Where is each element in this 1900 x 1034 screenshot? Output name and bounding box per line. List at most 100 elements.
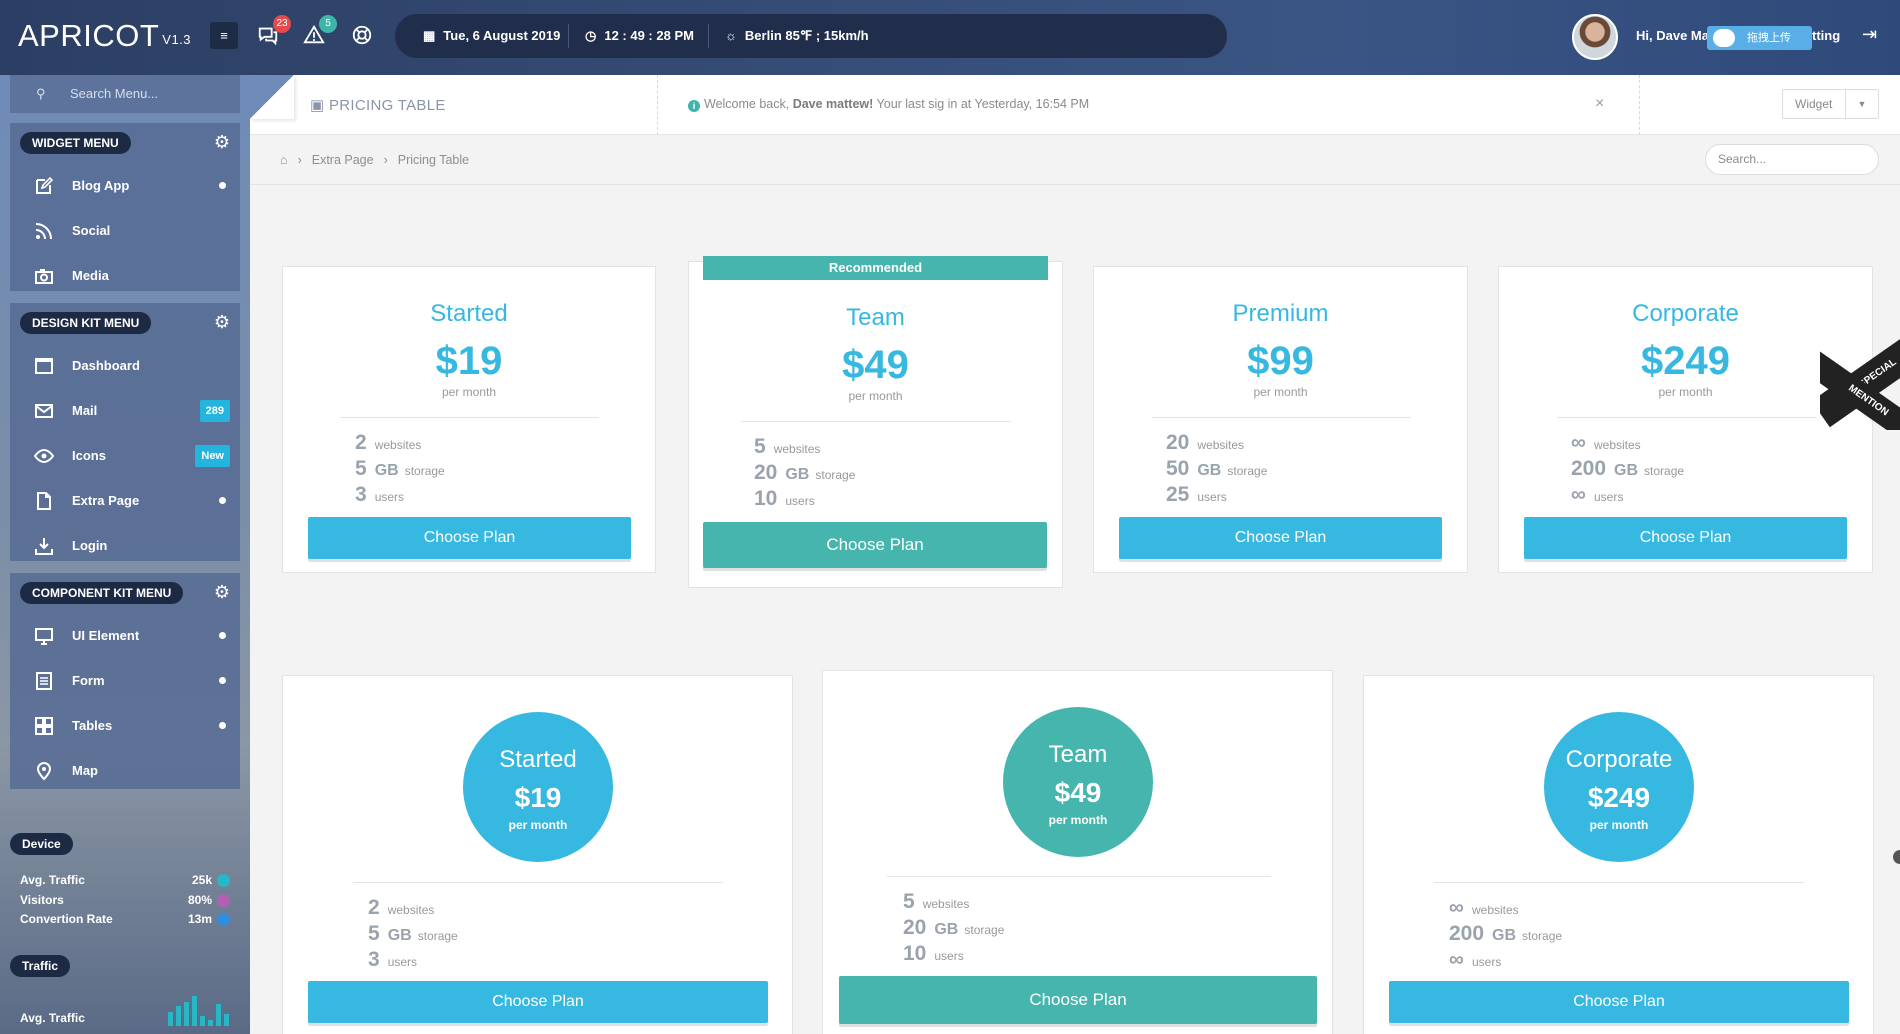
mail-count-badge: 289: [199, 400, 230, 422]
choose-plan-button[interactable]: Choose Plan: [839, 976, 1317, 1024]
plan-name: Premium: [1232, 300, 1329, 327]
grid-icon: [34, 716, 54, 736]
plan-price: $249: [1587, 782, 1651, 813]
plan-features: 2 websites 5 GB storage 3 users: [355, 431, 445, 509]
avatar[interactable]: [1572, 14, 1618, 60]
help-button[interactable]: [350, 24, 374, 48]
feature-value: 5: [754, 435, 766, 458]
pricing-card-team: Recommended Team $49 per month 5 websites…: [688, 256, 1063, 588]
sidebar-item-map[interactable]: Map: [10, 748, 240, 793]
sidebar-item-social[interactable]: Social: [10, 208, 240, 253]
alerts-button[interactable]: 5: [302, 15, 337, 48]
header-divider: [1639, 75, 1640, 135]
sidebar-item-icons[interactable]: Icons New: [10, 433, 240, 478]
chevron-right-icon: ›: [297, 153, 302, 167]
feature-value: 20: [754, 461, 778, 484]
user-greeting[interactable]: Hi, Dave Mat: [1636, 28, 1713, 43]
search-menu-input[interactable]: ⚲ Search Menu...: [10, 75, 240, 113]
plan-price: $49: [842, 343, 909, 387]
stat-label: Convertion Rate: [20, 912, 113, 926]
sidebar-item-extra-page[interactable]: Extra Page: [10, 478, 240, 523]
widget-label: Widget: [1795, 97, 1833, 111]
breadcrumb-item[interactable]: Extra Page: [312, 153, 374, 167]
sidebar-item-label: Map: [72, 763, 98, 778]
sidebar-item-media[interactable]: Media: [10, 253, 240, 298]
plan-features: 5 websites 20 GB storage 10 users: [903, 890, 1004, 968]
date-text: Tue, 6 August 2019: [443, 28, 561, 43]
logo-text: APRICOT: [18, 18, 160, 53]
scroll-handle[interactable]: [1893, 850, 1900, 864]
price-circle: Corporate $249 per month: [1544, 712, 1694, 862]
gear-icon[interactable]: ⚙: [214, 312, 230, 333]
plan-name: Corporate: [1632, 300, 1739, 327]
close-icon[interactable]: ×: [1595, 95, 1604, 113]
clock-icon: ◷: [585, 28, 597, 43]
plan-period: per month: [848, 389, 903, 403]
gear-icon[interactable]: ⚙: [214, 582, 230, 603]
feature-value: 2: [355, 431, 367, 454]
feature-users: 3 users: [368, 948, 458, 974]
gear-icon[interactable]: ⚙: [214, 132, 230, 153]
breadcrumb: ⌂ › Extra Page › Pricing Table: [280, 153, 469, 167]
feature-value: 5: [368, 922, 380, 945]
spark-bar: [184, 1002, 189, 1026]
feature-value: 20: [903, 916, 927, 939]
spark-bar: [176, 1006, 181, 1026]
home-icon[interactable]: ⌂: [280, 153, 288, 167]
choose-plan-button[interactable]: Choose Plan: [1389, 981, 1849, 1023]
sidebar-item-ui-element[interactable]: UI Element: [10, 613, 240, 658]
feature-value: 5: [903, 890, 915, 913]
feature-users: 10 users: [903, 942, 1004, 968]
feature-storage: 20 GB storage: [903, 916, 1004, 942]
sidebar-item-login[interactable]: Login: [10, 523, 240, 568]
sidebar-item-label: Form: [72, 673, 105, 688]
sidebar-item-tables[interactable]: Tables: [10, 703, 240, 748]
feature-websites: 2 websites: [355, 431, 445, 457]
search-input[interactable]: Search...: [1705, 144, 1879, 175]
plan-name: Started: [430, 300, 508, 327]
feature-unit: users: [1471, 955, 1502, 969]
page-header: ▣ PRICING TABLE i Welcome back, Dave matt…: [250, 75, 1900, 135]
widget-dropdown-button[interactable]: Widget ▼: [1782, 89, 1879, 119]
feature-gb: GB: [387, 927, 412, 944]
upload-overlay-button[interactable]: 拖拽上传: [1707, 26, 1812, 50]
plan-price: $19: [514, 782, 562, 813]
feature-websites: 5 websites: [903, 890, 1004, 916]
divider: [340, 417, 599, 418]
sidebar-item-label: Social: [72, 223, 111, 238]
setting-link[interactable]: tting: [1812, 28, 1840, 43]
sidebar-item-mail[interactable]: Mail 289: [10, 388, 240, 433]
time-display: ◷ 12 : 49 : 28 PM: [585, 14, 694, 58]
traffic-sparkline: [168, 996, 229, 1026]
plan-period: per month: [1253, 385, 1308, 399]
feature-websites: 20 websites: [1166, 431, 1267, 457]
choose-plan-button[interactable]: Choose Plan: [703, 522, 1047, 568]
menu-toggle-button[interactable]: ≡: [210, 22, 238, 49]
sidebar-item-dashboard[interactable]: Dashboard: [10, 343, 240, 388]
feature-unit: websites: [387, 903, 435, 917]
sidebar-item-blog-app[interactable]: Blog App: [10, 163, 240, 208]
choose-plan-button[interactable]: Choose Plan: [308, 517, 631, 559]
money-icon: ▣: [310, 97, 325, 114]
price-circle: Started $19 per month: [463, 712, 613, 862]
choose-plan-button[interactable]: Choose Plan: [1524, 517, 1847, 559]
plan-name: Team: [846, 304, 905, 331]
welcome-name: Dave mattew!: [792, 97, 874, 111]
app-logo[interactable]: APRICOT V1.3: [18, 18, 191, 54]
feature-unit: users: [1197, 490, 1227, 504]
page-corner-fold: [250, 75, 294, 119]
feature-unit: websites: [1593, 438, 1641, 452]
feature-gb: GB: [785, 466, 810, 483]
status-dot: [219, 677, 226, 684]
sidebar-item-form[interactable]: Form: [10, 658, 240, 703]
messages-button[interactable]: 23: [256, 15, 291, 48]
exit-icon[interactable]: ⇥: [1862, 24, 1877, 45]
caret-down-icon[interactable]: ▼: [1845, 90, 1878, 118]
choose-plan-button[interactable]: Choose Plan: [1119, 517, 1442, 559]
sidebar-item-label: Mail: [72, 403, 98, 418]
stat-label: Visitors: [20, 893, 64, 907]
choose-plan-button[interactable]: Choose Plan: [308, 981, 768, 1023]
sidebar: ⚲ Search Menu... WIDGET MENU ⚙ Blog App …: [0, 75, 250, 1034]
spark-bar: [208, 1020, 213, 1026]
divider: [1434, 882, 1804, 883]
